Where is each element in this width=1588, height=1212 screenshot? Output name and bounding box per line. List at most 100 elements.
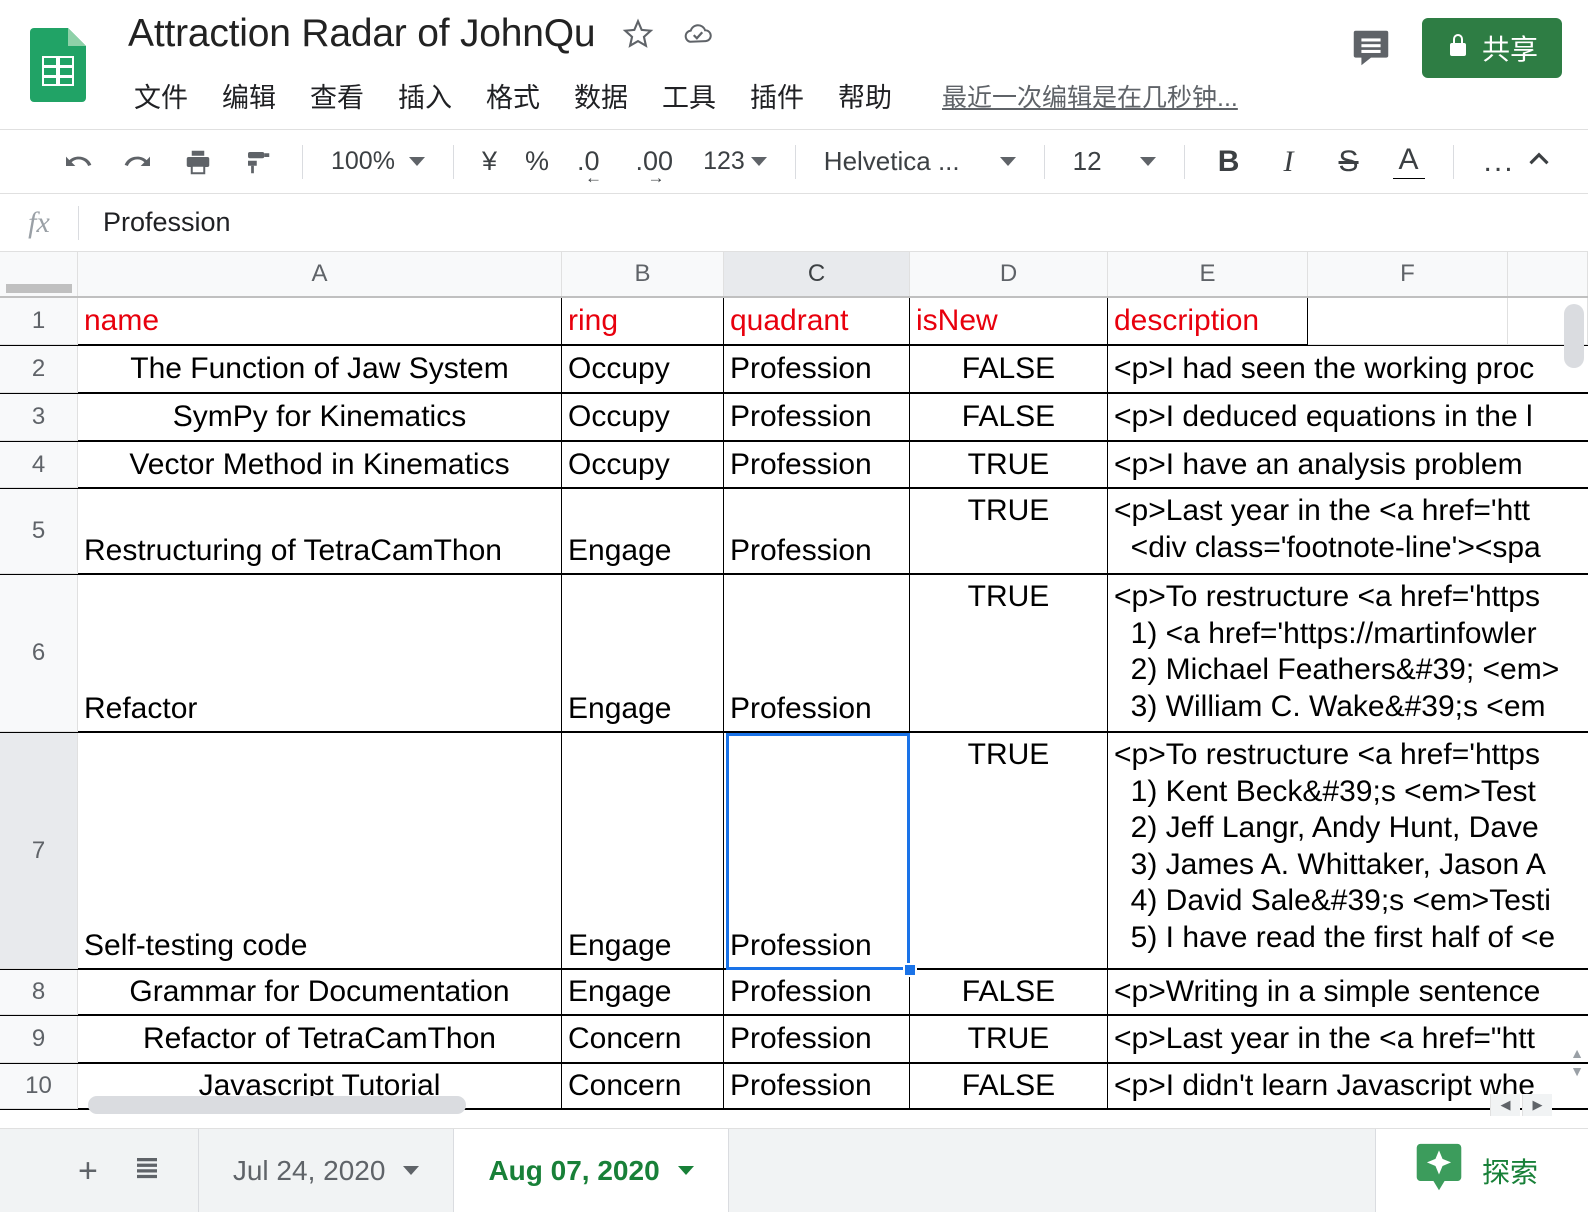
cell-c8[interactable]: Profession [724,970,910,1015]
select-all-corner[interactable] [0,252,78,296]
menu-view[interactable]: 查看 [304,74,370,117]
cell-e5[interactable]: <p>Last year in the <a href='htt <div cl… [1108,489,1588,574]
cell-d9[interactable]: TRUE [910,1016,1108,1063]
column-header-a[interactable]: A [78,252,562,296]
cell-e3[interactable]: <p>I deduced equations in the l [1108,394,1588,441]
chevron-down-icon[interactable] [677,1166,694,1175]
cell-b9[interactable]: Concern [562,1016,724,1063]
cell-e4[interactable]: <p>I have an analysis problem [1108,442,1588,488]
paint-format-icon[interactable] [241,145,275,179]
font-family-selector[interactable]: Helvetica ... [824,146,1016,177]
cell-d4[interactable]: TRUE [910,442,1108,488]
menu-format[interactable]: 格式 [480,74,546,117]
chevron-down-icon[interactable] [403,1166,420,1175]
menu-tools[interactable]: 工具 [656,74,722,117]
cell-a4[interactable]: Vector Method in Kinematics [78,442,562,488]
percent-format-button[interactable]: % [525,146,549,177]
cell-e8[interactable]: <p>Writing in a simple sentence [1108,970,1588,1015]
cell-d10[interactable]: FALSE [910,1064,1108,1109]
vertical-scrollbar[interactable] [1564,304,1584,1064]
comment-icon[interactable] [1348,25,1394,71]
cell-c9[interactable]: Profession [724,1016,910,1063]
column-header-e[interactable]: E [1108,252,1308,296]
sheet-tab-aug-07-2020[interactable]: Aug 07, 2020 [454,1129,729,1212]
cell-c5[interactable]: Profession [724,489,910,574]
row-header-8[interactable]: 8 [0,970,78,1015]
column-header-b[interactable]: B [562,252,724,296]
text-color-button[interactable]: A [1392,144,1426,179]
cell-e1[interactable]: description [1108,298,1308,345]
cell-a9[interactable]: Refactor of TetraCamThon [78,1016,562,1063]
cell-c2[interactable]: Profession [724,346,910,393]
cell-b8[interactable]: Engage [562,970,724,1015]
zoom-selector[interactable]: 100% [331,147,425,176]
print-icon[interactable] [181,145,215,179]
explore-button[interactable]: 探索 [1374,1129,1588,1212]
cell-a1[interactable]: name [78,298,562,345]
menu-addons[interactable]: 插件 [744,74,810,117]
column-header-c[interactable]: C [724,252,910,296]
horizontal-scrollbar-thumb[interactable] [88,1096,466,1114]
vertical-scrollbar-thumb[interactable] [1564,304,1584,368]
row-header-3[interactable]: 3 [0,394,78,441]
menu-data[interactable]: 数据 [568,74,634,117]
cell-c6[interactable]: Profession [724,575,910,732]
cloud-saved-icon[interactable] [681,17,715,51]
strikethrough-button[interactable]: S [1332,145,1366,179]
cell-c4[interactable]: Profession [724,442,910,488]
menu-insert[interactable]: 插入 [392,74,458,117]
cell-c10[interactable]: Profession [724,1064,910,1109]
column-header-d[interactable]: D [910,252,1108,296]
more-options-button[interactable]: ... [1484,145,1515,179]
undo-icon[interactable] [61,145,95,179]
chevron-up-icon[interactable] [1522,142,1556,181]
scroll-up-icon[interactable]: ▲ [1570,1046,1584,1060]
row-header-1[interactable]: 1 [0,298,78,345]
cell-b6[interactable]: Engage [562,575,724,732]
cell-b10[interactable]: Concern [562,1064,724,1109]
row-header-4[interactable]: 4 [0,442,78,488]
cell-b7[interactable]: Engage [562,733,724,969]
scroll-right-icon[interactable]: ▶ [1522,1094,1552,1116]
cell-d7[interactable]: TRUE [910,733,1108,969]
cell-e2[interactable]: <p>I had seen the working proc [1108,346,1588,393]
cell-a7[interactable]: Self-testing code [78,733,562,969]
cell-d6[interactable]: TRUE [910,575,1108,732]
cell-e6[interactable]: <p>To restructure <a href='https 1) <a h… [1108,575,1588,732]
plus-icon[interactable]: + [78,1154,98,1188]
cell-d5[interactable]: TRUE [910,489,1108,574]
row-header-7[interactable]: 7 [0,733,78,969]
cell-c3[interactable]: Profession [724,394,910,441]
currency-format-button[interactable]: ¥ [482,146,497,177]
column-header-g[interactable] [1508,252,1588,296]
cell-a5[interactable]: Restructuring of TetraCamThon [78,489,562,574]
number-format-selector[interactable]: 123 [703,147,767,176]
share-button[interactable]: 共享 [1421,18,1562,78]
document-title[interactable]: Attraction Radar of JohnQu [128,12,596,56]
cell-d2[interactable]: FALSE [910,346,1108,393]
all-sheets-list-icon[interactable] [132,1153,162,1189]
cell-f1[interactable] [1308,298,1508,345]
column-header-f[interactable]: F [1308,252,1508,296]
cell-a2[interactable]: The Function of Jaw System [78,346,562,393]
cell-b4[interactable]: Occupy [562,442,724,488]
cell-b5[interactable]: Engage [562,489,724,574]
cell-a3[interactable]: SymPy for Kinematics [78,394,562,441]
formula-input[interactable] [79,207,1588,238]
increase-decimal-button[interactable]: .00 → [636,146,674,187]
last-edit-link[interactable]: 最近一次编辑是在几秒钟... [942,78,1238,114]
cell-d1[interactable]: isNew [910,298,1108,345]
menu-edit[interactable]: 编辑 [216,74,282,117]
font-size-selector[interactable]: 12 [1073,146,1156,177]
menu-help[interactable]: 帮助 [832,74,898,117]
cell-b2[interactable]: Occupy [562,346,724,393]
row-header-9[interactable]: 9 [0,1016,78,1063]
cell-a6[interactable]: Refactor [78,575,562,732]
row-header-2[interactable]: 2 [0,346,78,393]
cell-e7[interactable]: <p>To restructure <a href='https 1) Kent… [1108,733,1588,969]
bold-button[interactable]: B [1212,145,1246,179]
cell-b3[interactable]: Occupy [562,394,724,441]
selection-fill-handle[interactable] [903,963,917,977]
decrease-decimal-button[interactable]: .0 ← [577,146,602,187]
cell-d8[interactable]: FALSE [910,970,1108,1015]
